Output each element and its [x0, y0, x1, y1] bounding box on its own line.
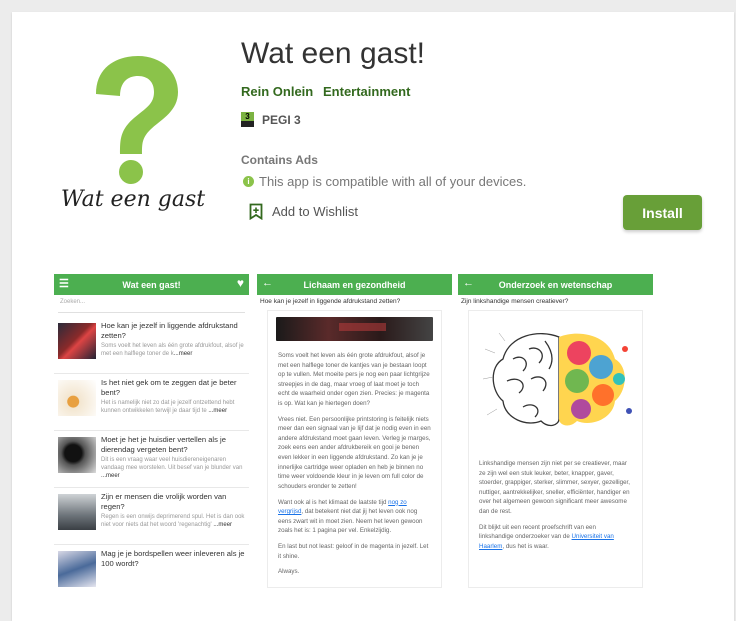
article-body: Linkshandige mensen zijn niet per se cre… — [468, 310, 643, 588]
brain-icon — [482, 332, 632, 427]
article-paragraph: Soms voelt het leven als één grote afdru… — [278, 352, 430, 408]
article-paragraph: Linkshandige mensen zijn niet per se cre… — [479, 460, 630, 516]
list-item-title: Is het niet gek om te zeggen dat je bete… — [101, 378, 237, 397]
pegi-icon: 3 — [241, 112, 254, 127]
list-item: Zijn er mensen die vrolijk worden van re… — [54, 488, 249, 545]
screenshot-toolbar: ☰ Wat een gast! ♥ — [54, 274, 249, 295]
screenshot-1[interactable]: ☰ Wat een gast! ♥ Zoeken... Hoe kan je j… — [54, 274, 249, 596]
more-link: ...meer — [213, 521, 233, 528]
article-body: Soms voelt het leven als één grote afdru… — [267, 310, 442, 588]
compatibility-text: This app is compatible with all of your … — [259, 174, 527, 189]
toolbar-title: Onderzoek en wetenschap — [498, 279, 613, 290]
article-paragraph: Want ook al is het klimaat de laatste ti… — [278, 498, 431, 536]
app-title: Wat een gast! — [241, 37, 425, 70]
more-link: ...meer — [101, 472, 120, 479]
list-item: Moet je het je huisdier vertellen als je… — [54, 431, 249, 488]
app-details-card: Wat een gast Wat een gast! Rein Onlein E… — [12, 12, 734, 621]
article-paragraph: Always. — [278, 568, 300, 576]
info-icon: i — [243, 176, 254, 187]
compatibility-notice: i This app is compatible with all of you… — [243, 174, 526, 189]
photo-thumbnail — [58, 380, 96, 416]
contains-ads-label: Contains Ads — [241, 153, 318, 167]
article-paragraph: Dit blijkt uit een recent proefschrift v… — [479, 523, 632, 552]
article-paragraph: Vrees niet. Een persoonlijke printstorin… — [278, 415, 431, 490]
screenshot-toolbar: ← Lichaam en gezondheid — [257, 274, 452, 295]
brain-illustration — [479, 319, 639, 449]
list-item-body: Soms voelt het leven als één grote afdru… — [101, 342, 244, 357]
list-item: Is het niet gek om te zeggen dat je bete… — [54, 374, 249, 431]
cat-thumbnail — [58, 437, 96, 473]
article-paragraph: En last but not least: geloof in de mage… — [278, 542, 429, 560]
list-item-title: Moet je het je huisdier vertellen als je… — [101, 435, 226, 454]
screenshot-toolbar: ← Onderzoek en wetenschap — [458, 274, 653, 295]
category-link[interactable]: Entertainment — [323, 84, 410, 99]
arrow-left-icon: ← — [463, 277, 474, 289]
printer-photo — [276, 317, 433, 341]
wishlist-label: Add to Wishlist — [272, 204, 358, 219]
app-logo: Wat een gast — [58, 50, 208, 220]
content-rating: 3 PEGI 3 — [241, 112, 301, 127]
list-item: Mag je je bordspellen weer inleveren als… — [54, 545, 249, 596]
install-button[interactable]: Install — [623, 195, 702, 230]
list-item-title: Mag je je bordspellen weer inleveren als… — [101, 549, 245, 568]
hamburger-icon: ☰ — [59, 278, 69, 290]
developer-link[interactable]: Rein Onlein — [241, 84, 313, 99]
list-item-body: Dit is een vraag waar veel huisdiereneig… — [101, 456, 243, 471]
list-item-title: Zijn er mensen die vrolijk worden van re… — [101, 492, 227, 511]
list-item: Hoe kan je jezelf in liggende afdrukstan… — [54, 317, 249, 374]
more-link: ...meer — [173, 350, 193, 357]
boardgame-thumbnail — [58, 551, 96, 587]
screenshot-3[interactable]: ← Onderzoek en wetenschap Zijn linkshand… — [458, 274, 653, 596]
printer-thumbnail — [58, 323, 96, 359]
search-field: Zoeken... — [58, 299, 245, 313]
logo-text: Wat een gast — [60, 187, 206, 212]
more-link: ...meer — [208, 407, 228, 414]
heart-icon: ♥ — [236, 276, 244, 290]
screenshot-2[interactable]: ← Lichaam en gezondheid Hoe kan je jezel… — [257, 274, 452, 596]
add-to-wishlist-button[interactable]: Add to Wishlist — [249, 203, 358, 220]
article-question: Zijn linkshandige mensen creatiever? — [461, 298, 569, 305]
rating-label: PEGI 3 — [262, 112, 301, 127]
article-question: Hoe kan je jezelf in liggende afdrukstan… — [260, 298, 401, 305]
toolbar-title: Lichaam en gezondheid — [303, 279, 406, 290]
rain-thumbnail — [58, 494, 96, 530]
list-item-title: Hoe kan je jezelf in liggende afdrukstan… — [101, 321, 238, 340]
toolbar-title: Wat een gast! — [122, 279, 181, 290]
article-text: , dus het is waar. — [502, 542, 549, 550]
bookmark-add-icon — [249, 203, 263, 220]
pegi-badge-number: 3 — [241, 112, 254, 121]
article-text: Want ook al is het klimaat de laatste ti… — [278, 498, 389, 506]
arrow-left-icon: ← — [262, 277, 273, 289]
